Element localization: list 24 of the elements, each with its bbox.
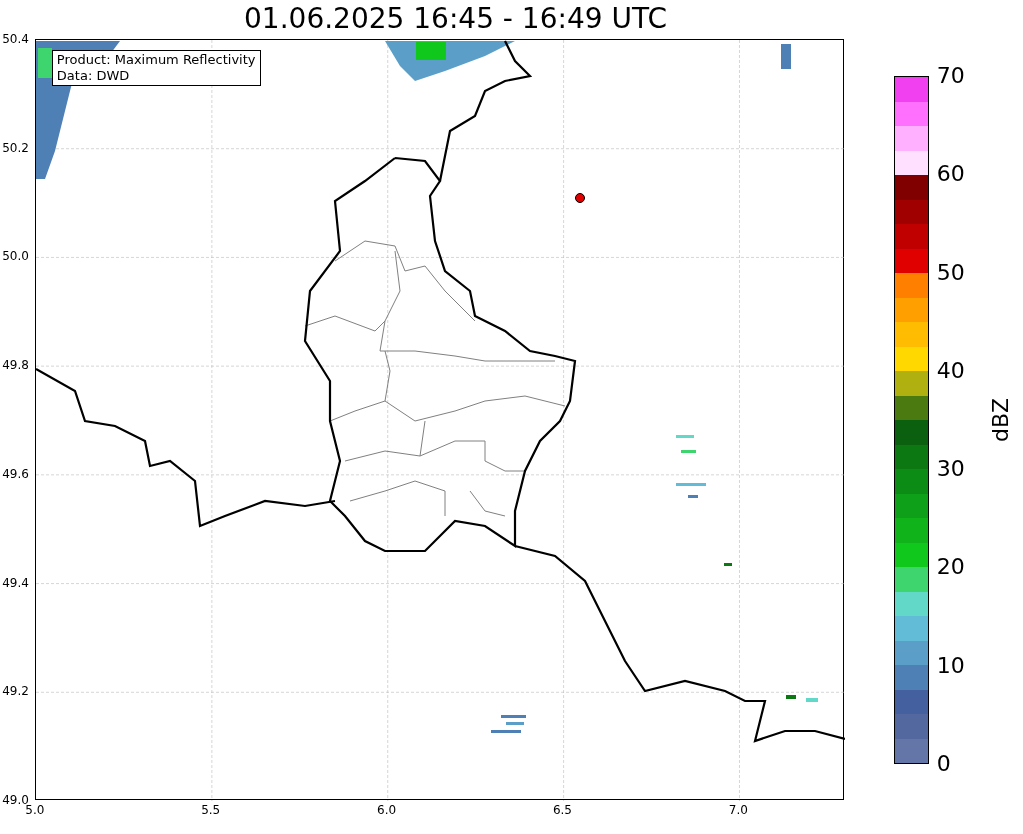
colorbar-tick-label: 20: [936, 555, 965, 580]
x-axis-tick-label: 6.0: [377, 803, 397, 817]
y-axis-tick-label: 49.8: [2, 358, 29, 373]
legend-text: Data: DWD: [56, 68, 131, 84]
colorbar-tick-label: 40: [936, 358, 965, 383]
colorbar-tick-label: 0: [936, 752, 951, 776]
colorbar-tick-label: 30: [936, 457, 965, 482]
x-axis-tick-label: 7.0: [728, 803, 748, 817]
colorbar-tick-label: 10: [936, 653, 965, 678]
x-axis-tick-label: 6.5: [552, 803, 572, 817]
y-axis-tick-label: 49.6: [2, 466, 29, 481]
colorbar-label: dBZ: [988, 397, 1013, 443]
colorbar-tick-label: 50: [936, 260, 965, 285]
colorbar-tick-label: 60: [936, 162, 965, 187]
colorbar-tick-label: 70: [936, 64, 965, 88]
legend-text: Product: Maximum Reflectivity: [56, 52, 256, 68]
y-axis-tick-label: 49.2: [2, 684, 29, 699]
y-axis-tick-label: 50.0: [2, 249, 29, 264]
y-axis-tick-label: 49.4: [2, 575, 29, 590]
y-axis-tick-label: 50.2: [2, 140, 29, 155]
chart-title: 01.06.2025 16:45 - 16:49 UTC: [244, 2, 667, 37]
location-marker-icon: [574, 193, 585, 203]
y-axis-tick-label: 50.4: [2, 32, 29, 46]
x-axis-tick-label: 5.5: [201, 803, 221, 817]
